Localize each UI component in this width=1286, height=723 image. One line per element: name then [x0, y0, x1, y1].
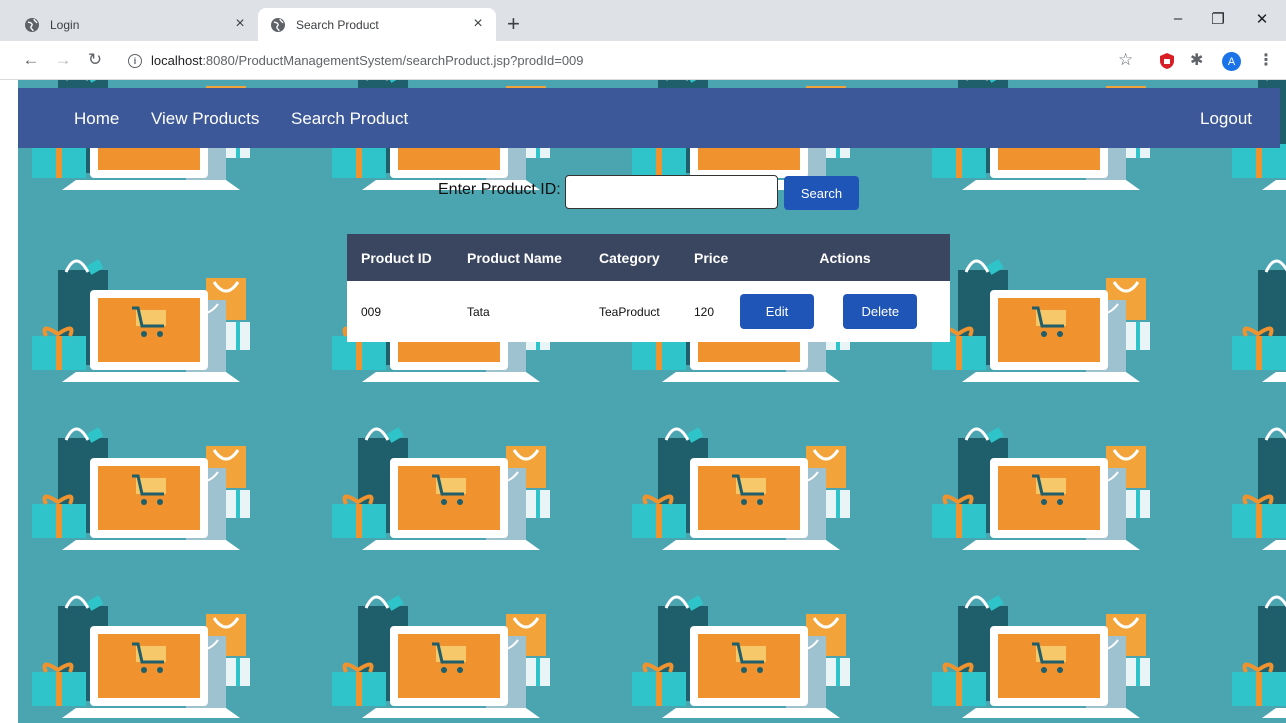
background-pattern-tile — [18, 418, 288, 568]
nav-search-product[interactable]: Search Product — [291, 109, 408, 129]
reload-icon[interactable]: ↻ — [84, 50, 106, 70]
nav-view-products[interactable]: View Products — [151, 109, 259, 129]
profile-avatar[interactable]: A — [1222, 52, 1241, 71]
nav-logout[interactable]: Logout — [1200, 109, 1252, 129]
cell-actions: Edit Delete — [740, 281, 950, 342]
new-tab-icon[interactable]: + — [507, 13, 520, 35]
browser-tab-strip: Login × Search Product × + – ❐ ✕ — [0, 0, 1286, 41]
globe-icon — [25, 17, 39, 32]
tab-title: Search Product — [296, 17, 379, 32]
tab-search-product[interactable]: Search Product × — [258, 8, 496, 41]
table-header-row: Product ID Product Name Category Price A… — [347, 234, 950, 281]
delete-button[interactable]: Delete — [843, 294, 918, 329]
url-host: localhost — [151, 53, 203, 68]
header-category: Category — [585, 234, 680, 281]
tab-login[interactable]: Login × — [12, 8, 258, 41]
cell-category: TeaProduct — [599, 304, 660, 319]
background-pattern-tile — [618, 418, 888, 568]
search-button[interactable]: Search — [784, 176, 859, 210]
background-pattern-tile — [918, 250, 1188, 400]
site-info-icon[interactable]: i — [128, 53, 142, 68]
background-pattern-tile — [18, 586, 288, 723]
header-price: Price — [680, 234, 740, 281]
background-pattern-tile — [318, 586, 588, 723]
extensions-puzzle-icon[interactable]: ✱ — [1190, 50, 1208, 69]
shield-extension-icon[interactable] — [1158, 52, 1176, 70]
bookmark-star-icon[interactable]: ☆ — [1118, 50, 1133, 70]
background-pattern-tile — [1218, 586, 1286, 723]
forward-icon[interactable]: → — [52, 50, 74, 70]
cell-product-name: Tata — [467, 304, 490, 319]
close-window-icon[interactable]: ✕ — [1252, 10, 1272, 28]
background-pattern-tile — [18, 250, 288, 400]
browser-menu-icon[interactable]: ⋮ — [1258, 50, 1274, 70]
close-tab-icon[interactable]: × — [470, 16, 486, 32]
background-pattern-tile — [918, 418, 1188, 568]
header-actions: Actions — [740, 234, 950, 281]
edit-button[interactable]: Edit — [740, 294, 814, 329]
product-id-label: Enter Product ID: — [438, 181, 561, 198]
browser-toolbar: ← → ↻ i localhost:8080/ProductManagement… — [0, 41, 1286, 80]
address-bar[interactable]: i localhost:8080/ProductManagementSystem… — [118, 46, 1148, 75]
search-form: Enter Product ID: Search — [0, 173, 1286, 210]
product-id-input[interactable] — [565, 175, 778, 209]
background-pattern-tile — [1218, 418, 1286, 568]
product-table: Product ID Product Name Category Price A… — [347, 234, 950, 342]
close-tab-icon[interactable]: × — [232, 16, 248, 32]
background-pattern-tile — [318, 418, 588, 568]
back-icon[interactable]: ← — [20, 50, 42, 70]
url-path: :8080/ProductManagementSystem/searchProd… — [202, 53, 584, 68]
background-pattern-tile — [918, 586, 1188, 723]
header-product-name: Product Name — [453, 234, 585, 281]
minimize-icon[interactable]: – — [1168, 10, 1188, 27]
table-row: 009 Tata TeaProduct 120 Edit Delete — [347, 281, 950, 342]
cell-product-id: 009 — [361, 304, 382, 319]
top-navbar: Home View Products Search Product Logout — [18, 88, 1280, 148]
background-pattern-tile — [618, 586, 888, 723]
nav-home[interactable]: Home — [74, 109, 119, 129]
page-viewport: Home View Products Search Product Logout… — [0, 80, 1286, 723]
globe-icon — [271, 17, 285, 32]
background-pattern-tile — [1218, 250, 1286, 400]
tab-title: Login — [50, 17, 80, 32]
header-product-id: Product ID — [347, 234, 453, 281]
cell-price: 120 — [694, 304, 715, 319]
restore-icon[interactable]: ❐ — [1208, 10, 1228, 28]
